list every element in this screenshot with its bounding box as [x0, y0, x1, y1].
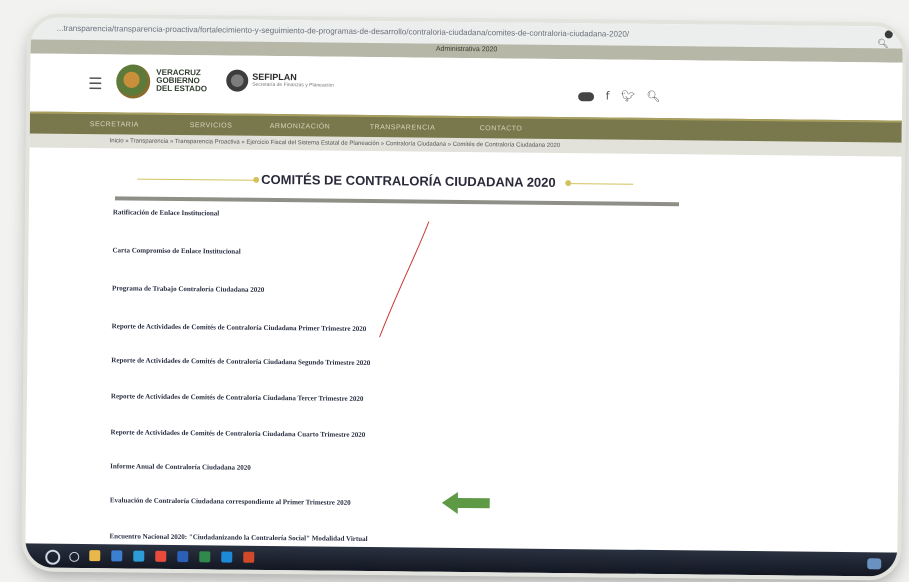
facebook-icon[interactable]: f: [606, 89, 610, 102]
sefiplan-logo-text: SEFIPLAN: [252, 71, 297, 83]
sefiplan-logo-subtext: Secretaría de Finanzas y Planeación: [252, 81, 334, 89]
title-left-dot: [253, 176, 260, 183]
document-link[interactable]: Reporte de Actividades de Comités de Con…: [111, 392, 364, 403]
green-arrow-icon: [441, 491, 490, 514]
mail-icon[interactable]: [111, 550, 123, 562]
red-pen-mark: [379, 221, 430, 338]
chrome-icon[interactable]: [155, 550, 167, 562]
site-header: ☰ VERACRUZ GOBIERNO DEL ESTADO SEFIPLAN …: [29, 53, 903, 121]
breadcrumb-text[interactable]: Inicio » Transparencia » Transparencia P…: [110, 138, 561, 149]
document-link[interactable]: Reporte de Actividades de Comités de Con…: [111, 428, 366, 439]
title-divider: [114, 196, 680, 207]
document-link[interactable]: Evaluación de Contraloría Ciudadana corr…: [110, 496, 351, 507]
document-link[interactable]: Programa de Trabajo Contraloría Ciudadan…: [112, 284, 264, 294]
title-right-line: [571, 183, 634, 185]
camera-dot-icon: [884, 30, 893, 39]
url-text[interactable]: ...transparencia/transparencia-proactiva…: [57, 24, 629, 39]
section-title: COMITÉS DE CONTRALORÍA CIUDADANA 2020: [119, 168, 679, 194]
document-link[interactable]: Informe Anual de Contraloría Ciudadana 2…: [110, 462, 251, 471]
nav-item-servicios[interactable]: SERVICIOS: [190, 122, 233, 129]
document-list: Ratificación de Enlace Institucional Car…: [109, 208, 713, 543]
document-link[interactable]: Reporte de Actividades de Comités de Con…: [111, 356, 370, 367]
sefiplan-logo[interactable]: SEFIPLAN Secretaría de Finanzas y Planea…: [252, 72, 334, 89]
word-icon[interactable]: [177, 551, 189, 563]
document-link[interactable]: Carta Compromiso de Enlace Institucional: [112, 246, 240, 255]
sefiplan-seal-icon[interactable]: [226, 69, 249, 92]
header-icons: f 🐦︎ 🔍︎: [578, 89, 668, 103]
strip-text: Administrativa 2020: [435, 45, 498, 54]
document-link[interactable]: Reporte de Actividades de Comités de Con…: [112, 322, 367, 333]
nav-item-transparencia[interactable]: TRANSPARENCIA: [370, 124, 436, 132]
nav-item-contacto[interactable]: CONTACTO: [480, 125, 523, 132]
edge-icon[interactable]: [221, 551, 233, 563]
file-explorer-icon[interactable]: [89, 550, 101, 562]
veracruz-seal-icon[interactable]: [116, 64, 151, 99]
windows-taskbar: [25, 543, 898, 577]
document-link[interactable]: Encuentro Nacional 2020: "Ciudadanizando…: [109, 532, 367, 543]
taskbar-search-icon[interactable]: [69, 551, 80, 562]
nav-item-secretaria[interactable]: SECRETARIA: [90, 121, 139, 129]
twitter-icon[interactable]: 🐦︎: [621, 90, 635, 103]
excel-icon[interactable]: [199, 551, 211, 563]
veracruz-logo-text[interactable]: VERACRUZ GOBIERNO DEL ESTADO: [156, 68, 216, 94]
hamburger-menu-icon[interactable]: ☰: [88, 74, 103, 93]
document-link[interactable]: Ratificación de Enlace Institucional: [113, 208, 219, 217]
powerpoint-icon[interactable]: [243, 551, 255, 563]
system-tray-icon[interactable]: [867, 558, 882, 570]
title-left-line: [137, 178, 256, 181]
accessibility-icon[interactable]: [578, 91, 595, 101]
nav-item-armonizacion[interactable]: ARMONIZACIÓN: [270, 123, 331, 131]
start-icon[interactable]: [45, 549, 61, 565]
page-title: COMITÉS DE CONTRALORÍA CIUDADANA 2020: [261, 171, 556, 190]
search-icon[interactable]: 🔍︎: [646, 90, 660, 103]
store-icon[interactable]: [133, 550, 145, 562]
browser-window: ...transparencia/transparencia-proactiva…: [25, 17, 903, 577]
